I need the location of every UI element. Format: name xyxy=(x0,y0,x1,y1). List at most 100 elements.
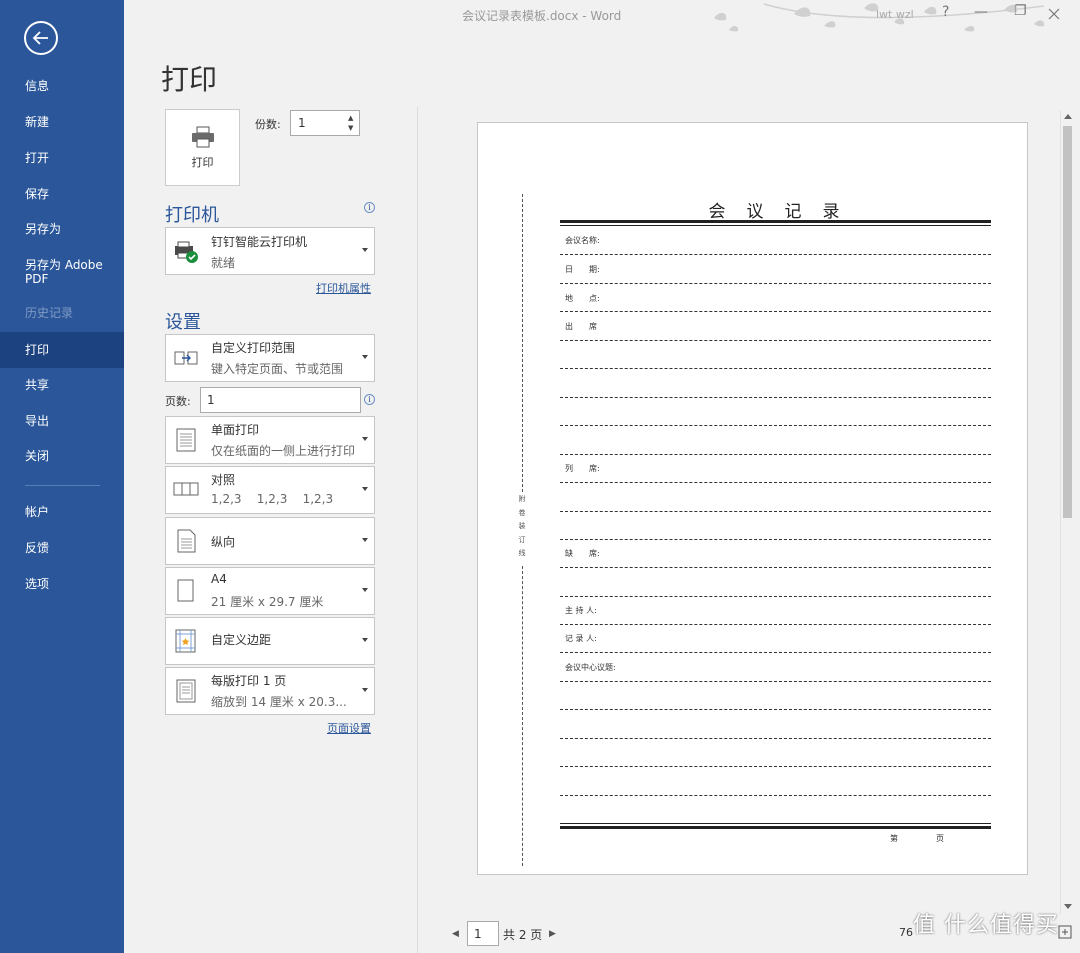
sidebar-item-save[interactable]: 保存 xyxy=(0,176,124,212)
sidebar-item-account[interactable]: 帐户 xyxy=(0,494,124,530)
paper-size-dropdown[interactable]: A4 21 厘米 x 29.7 厘米 xyxy=(165,567,375,615)
preview-scrollbar[interactable] xyxy=(1060,110,1074,915)
pages-per-sheet-subtitle: 缩放到 14 厘米 x 20.3... xyxy=(211,695,347,709)
sidebar-item-export[interactable]: 导出 xyxy=(0,403,124,439)
close-icon[interactable] xyxy=(1048,8,1060,20)
single-sided-icon xyxy=(176,428,196,452)
page-title: 打印 xyxy=(161,63,218,96)
help-button[interactable]: ? xyxy=(942,4,949,20)
backstage-sidebar: 信息 新建 打开 保存 另存为 另存为 Adobe PDF 历史记录 打印 共享… xyxy=(0,0,124,953)
previous-page-icon[interactable]: ◀ xyxy=(452,929,459,939)
pages-per-sheet-dropdown[interactable]: 每版打印 1 页 缩放到 14 厘米 x 20.3... xyxy=(165,667,375,715)
orientation-dropdown[interactable]: 纵向 xyxy=(165,517,375,565)
pages-label: 页数: xyxy=(165,395,191,408)
dash-line xyxy=(560,795,991,796)
chevron-down-icon xyxy=(362,638,368,642)
dash-line xyxy=(560,681,991,682)
sidebar-divider xyxy=(25,485,100,486)
collate-icon xyxy=(173,482,199,496)
scroll-thumb[interactable] xyxy=(1063,126,1072,518)
print-button-label: 打印 xyxy=(191,155,214,169)
dash-line xyxy=(560,283,991,284)
dash-line xyxy=(560,539,991,540)
pages-info-icon[interactable]: i xyxy=(364,394,375,405)
sidebar-item-close[interactable]: 关闭 xyxy=(0,438,124,474)
dash-line xyxy=(560,368,991,369)
current-page-input[interactable]: 1 xyxy=(467,921,499,946)
dash-line xyxy=(560,624,991,625)
user-name[interactable]: lwt wzl xyxy=(876,8,914,21)
sidebar-item-feedback[interactable]: 反馈 xyxy=(0,530,124,566)
copies-down-icon[interactable]: ▼ xyxy=(348,124,356,132)
printer-info-icon[interactable]: i xyxy=(364,202,375,213)
minimize-button[interactable]: — xyxy=(974,4,988,20)
sidebar-item-save-as-pdf[interactable]: 另存为 Adobe PDF xyxy=(0,254,110,294)
sides-title: 单面打印 xyxy=(211,423,260,437)
copies-input[interactable]: 1 ▲ ▼ xyxy=(290,110,360,136)
title-bar: 会议记录表模板.docx - Word lwt wzl ? — ❐ xyxy=(124,0,1080,32)
field-date: 日 期: xyxy=(565,265,600,274)
page-setup-link[interactable]: 页面设置 xyxy=(327,720,371,736)
print-range-title: 自定义打印范围 xyxy=(211,341,296,355)
zoom-to-page-icon[interactable] xyxy=(1058,925,1072,939)
dash-line xyxy=(560,709,991,710)
field-meeting-name: 会议名称: xyxy=(565,236,600,245)
dash-line xyxy=(560,454,991,455)
chevron-down-icon xyxy=(362,538,368,542)
chevron-down-icon xyxy=(362,588,368,592)
chevron-down-icon xyxy=(362,355,368,359)
sides-dropdown[interactable]: 单面打印 仅在纸面的一侧上进行打印 xyxy=(165,416,375,464)
printer-properties-link[interactable]: 打印机属性 xyxy=(316,280,371,296)
chevron-down-icon xyxy=(362,248,368,252)
dash-line xyxy=(560,482,991,483)
footer-rule xyxy=(560,826,991,829)
chevron-down-icon xyxy=(362,487,368,491)
paper-size-title: A4 xyxy=(211,572,227,586)
printer-dropdown[interactable]: 钉钉智能云打印机 就绪 xyxy=(165,227,375,275)
copies-value: 1 xyxy=(298,116,306,130)
dash-line xyxy=(560,738,991,739)
paper-size-subtitle: 21 厘米 x 29.7 厘米 xyxy=(211,595,324,609)
dash-line xyxy=(560,254,991,255)
paper-size-icon xyxy=(177,579,194,602)
field-topic: 会议中心议题: xyxy=(565,663,616,672)
print-range-dropdown[interactable]: 自定义打印范围 键入特定页面、节或范围 xyxy=(165,334,375,382)
sidebar-item-save-as[interactable]: 另存为 xyxy=(0,211,124,247)
sidebar-item-print[interactable]: 打印 xyxy=(0,332,124,368)
sidebar-item-info[interactable]: 信息 xyxy=(0,68,124,104)
sidebar-item-open[interactable]: 打开 xyxy=(0,140,124,176)
sidebar-item-options[interactable]: 选项 xyxy=(0,566,124,602)
scroll-up-icon[interactable] xyxy=(1064,114,1072,119)
margins-dropdown[interactable]: 自定义边距 xyxy=(165,617,375,665)
restore-button[interactable]: ❐ xyxy=(1014,3,1027,19)
settings-section-title: 设置 xyxy=(165,312,201,333)
field-place: 地 点: xyxy=(565,294,600,303)
window-title: 会议记录表模板.docx - Word xyxy=(462,9,622,23)
next-page-icon[interactable]: ▶ xyxy=(549,929,556,939)
pages-input[interactable]: 1 xyxy=(200,387,361,413)
preview-divider xyxy=(417,107,418,953)
sidebar-item-new[interactable]: 新建 xyxy=(0,104,124,140)
chevron-down-icon xyxy=(362,688,368,692)
chevron-down-icon xyxy=(362,437,368,441)
binding-line-top xyxy=(522,194,523,492)
zoom-level[interactable]: 76 xyxy=(899,926,913,939)
dash-line xyxy=(560,766,991,767)
sidebar-item-share[interactable]: 共享 xyxy=(0,367,124,403)
back-button[interactable] xyxy=(24,21,58,55)
printer-icon xyxy=(191,126,214,147)
print-button[interactable]: 打印 xyxy=(165,109,240,186)
pages-per-sheet-icon xyxy=(176,679,196,703)
dash-line xyxy=(560,397,991,398)
printer-name: 钉钉智能云打印机 xyxy=(211,235,308,249)
pages-per-sheet-title: 每版打印 1 页 xyxy=(211,674,287,688)
footer-page-label-2: 页 xyxy=(936,834,944,843)
dash-line xyxy=(560,567,991,568)
dash-line xyxy=(560,340,991,341)
dash-line xyxy=(560,511,991,512)
collate-dropdown[interactable]: 对照 1,2,3 1,2,3 1,2,3 xyxy=(165,466,375,514)
copies-up-icon[interactable]: ▲ xyxy=(348,114,356,122)
back-arrow-icon xyxy=(32,31,48,45)
field-recorder: 记 录 人: xyxy=(565,634,597,643)
scroll-down-icon[interactable] xyxy=(1064,904,1072,909)
